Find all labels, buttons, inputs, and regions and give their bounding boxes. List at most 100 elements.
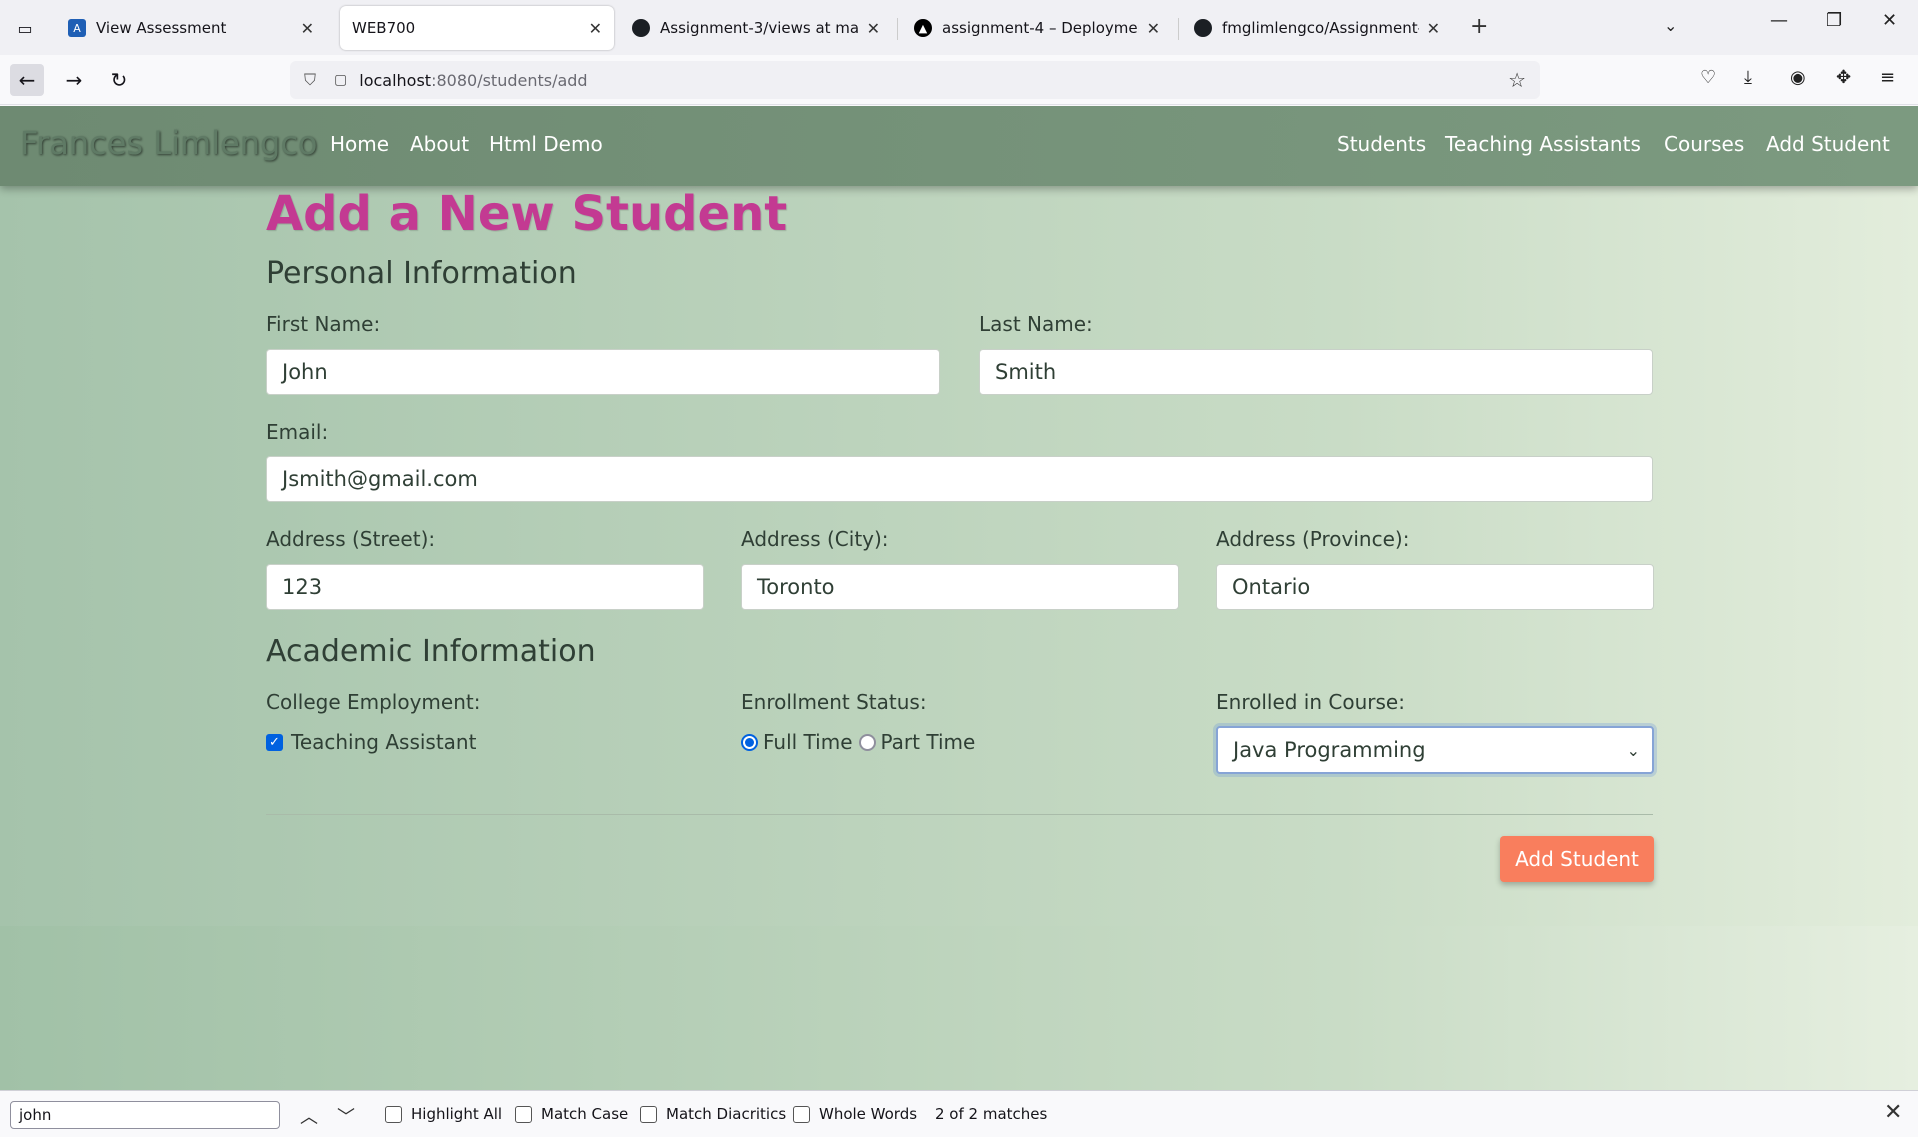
city-field[interactable]: Toronto — [741, 564, 1179, 610]
tab-github-views[interactable]: Assignment-3/views at main · fr ✕ — [620, 6, 892, 50]
close-window-icon[interactable]: ✕ — [1882, 10, 1897, 31]
find-next-icon[interactable]: ﹀ — [337, 1103, 355, 1129]
nav-link-add-student[interactable]: Add Student — [1766, 132, 1890, 156]
tab-title: WEB700 — [352, 19, 416, 37]
highlight-all-label[interactable]: Highlight All — [411, 1105, 502, 1123]
highlight-all-checkbox[interactable] — [385, 1105, 402, 1123]
tab-web700[interactable]: WEB700 ✕ — [340, 6, 614, 50]
extensions-icon[interactable]: ✥ — [1836, 67, 1851, 88]
ta-checkbox-label[interactable]: Teaching Assistant — [291, 730, 476, 754]
whole-words-checkbox[interactable] — [793, 1105, 810, 1123]
province-label: Address (Province): — [1216, 527, 1410, 551]
employment-label: College Employment: — [266, 690, 481, 714]
close-tab-icon[interactable]: ✕ — [1427, 19, 1440, 38]
match-diacritics-checkbox[interactable] — [640, 1105, 657, 1123]
street-label: Address (Street): — [266, 527, 436, 551]
email-field[interactable]: Jsmith@gmail.com — [266, 456, 1653, 502]
match-diacritics-option[interactable]: Match Diacritics — [640, 1105, 786, 1123]
tab-list-icon[interactable]: ▭ — [8, 12, 42, 44]
city-label: Address (City): — [741, 527, 889, 551]
close-tab-icon[interactable]: ✕ — [589, 19, 602, 38]
tab-view-assessment[interactable]: A View Assessment ✕ — [56, 6, 326, 50]
page-title: Add a New Student — [266, 186, 788, 242]
url-path: :8080/students/add — [431, 70, 588, 90]
nav-link-courses[interactable]: Courses — [1664, 132, 1744, 156]
highlight-all-option[interactable]: Highlight All — [385, 1105, 502, 1123]
account-icon[interactable]: ◉ — [1790, 67, 1806, 88]
close-tab-icon[interactable]: ✕ — [301, 19, 314, 38]
chevron-down-icon: ⌄ — [1626, 740, 1640, 760]
nav-link-students[interactable]: Students — [1337, 132, 1426, 156]
course-label: Enrolled in Course: — [1216, 690, 1405, 714]
first-name-label: First Name: — [266, 312, 381, 336]
find-previous-icon[interactable]: ︿ — [300, 1103, 318, 1129]
ta-checkbox[interactable]: ✓ — [266, 733, 283, 751]
site-navbar: Frances Limlengco Home About Html Demo S… — [0, 106, 1918, 186]
navigation-toolbar: ← → ↻ ⛉ ▢ localhost:8080/students/add ☆ … — [0, 55, 1918, 105]
url-host: localhost — [359, 70, 432, 90]
list-all-tabs-chevron-icon[interactable]: ⌄ — [1664, 16, 1677, 35]
page-info-icon[interactable]: ▢ — [334, 72, 347, 88]
academic-info-heading: Academic Information — [266, 634, 596, 669]
forward-arrow-icon[interactable]: → — [57, 64, 91, 96]
full-time-radio[interactable] — [741, 733, 758, 751]
tab-strip: ▭ A View Assessment ✕ WEB700 ✕ Assignmen… — [0, 0, 1918, 55]
street-field[interactable]: 123 — [266, 564, 704, 610]
close-find-bar-icon[interactable]: ✕ — [1884, 1100, 1902, 1125]
nav-link-about[interactable]: About — [410, 132, 469, 156]
nav-link-home[interactable]: Home — [330, 132, 389, 156]
course-select-value: Java Programming — [1233, 738, 1426, 762]
ta-checkbox-row[interactable]: ✓ Teaching Assistant — [266, 730, 476, 754]
url-text[interactable]: localhost:8080/students/add — [359, 71, 587, 90]
vercel-icon: ▲ — [914, 19, 932, 37]
nav-link-html-demo[interactable]: Html Demo — [489, 132, 603, 156]
tab-github-repo[interactable]: fmglimlengco/Assignment-3 ✕ — [1182, 6, 1452, 50]
address-bar[interactable]: ⛉ ▢ localhost:8080/students/add ☆ — [290, 61, 1540, 99]
new-tab-icon[interactable]: + — [1470, 14, 1488, 39]
personal-info-heading: Personal Information — [266, 256, 577, 291]
match-case-checkbox[interactable] — [515, 1105, 532, 1123]
menu-icon[interactable]: ≡ — [1880, 67, 1895, 88]
find-input[interactable]: john — [10, 1101, 280, 1129]
tab-separator — [897, 18, 898, 40]
tab-title: View Assessment — [96, 19, 227, 37]
status-label: Enrollment Status: — [741, 690, 927, 714]
restore-icon[interactable]: ❐ — [1826, 10, 1842, 31]
status-radio-group: Full Time Part Time — [741, 730, 975, 754]
pocket-icon[interactable]: ♡ — [1700, 67, 1716, 88]
tab-separator — [1178, 18, 1179, 40]
part-time-radio[interactable] — [858, 733, 876, 751]
tab-title: assignment-4 – Deployment Ov — [942, 19, 1139, 37]
minimize-icon[interactable]: — — [1770, 10, 1788, 31]
github-icon — [1194, 19, 1212, 37]
first-name-field[interactable]: John — [266, 349, 940, 395]
close-tab-icon[interactable]: ✕ — [867, 19, 880, 38]
page-content: Frances Limlengco Home About Html Demo S… — [0, 106, 1918, 1090]
tab-deployment[interactable]: ▲ assignment-4 – Deployment Ov ✕ — [902, 6, 1172, 50]
whole-words-option[interactable]: Whole Words — [793, 1105, 917, 1123]
course-select[interactable]: Java Programming ⌄ — [1216, 726, 1654, 774]
close-tab-icon[interactable]: ✕ — [1147, 19, 1160, 38]
reload-icon[interactable]: ↻ — [102, 64, 136, 96]
page-background-lower — [0, 926, 1918, 1090]
match-diacritics-label[interactable]: Match Diacritics — [666, 1105, 786, 1123]
province-field[interactable]: Ontario — [1216, 564, 1654, 610]
full-time-label[interactable]: Full Time — [763, 730, 853, 754]
tab-title: Assignment-3/views at main · fr — [660, 19, 859, 37]
part-time-label[interactable]: Part Time — [881, 730, 976, 754]
form-divider — [266, 814, 1653, 815]
site-brand[interactable]: Frances Limlengco — [20, 124, 317, 162]
assessment-favicon-icon: A — [68, 19, 86, 37]
match-case-option[interactable]: Match Case — [515, 1105, 628, 1123]
shield-icon[interactable]: ⛉ — [304, 70, 316, 90]
downloads-icon[interactable]: ⤓ — [1744, 67, 1752, 88]
match-case-label[interactable]: Match Case — [541, 1105, 628, 1123]
add-student-button[interactable]: Add Student — [1500, 836, 1654, 882]
nav-link-teaching-assistants[interactable]: Teaching Assistants — [1445, 132, 1641, 156]
bookmark-star-icon[interactable]: ☆ — [1508, 68, 1526, 92]
tab-title: fmglimlengco/Assignment-3 — [1222, 19, 1419, 37]
last-name-field[interactable]: Smith — [979, 349, 1653, 395]
back-arrow-icon[interactable]: ← — [10, 64, 44, 96]
whole-words-label[interactable]: Whole Words — [819, 1105, 917, 1123]
github-icon — [632, 19, 650, 37]
